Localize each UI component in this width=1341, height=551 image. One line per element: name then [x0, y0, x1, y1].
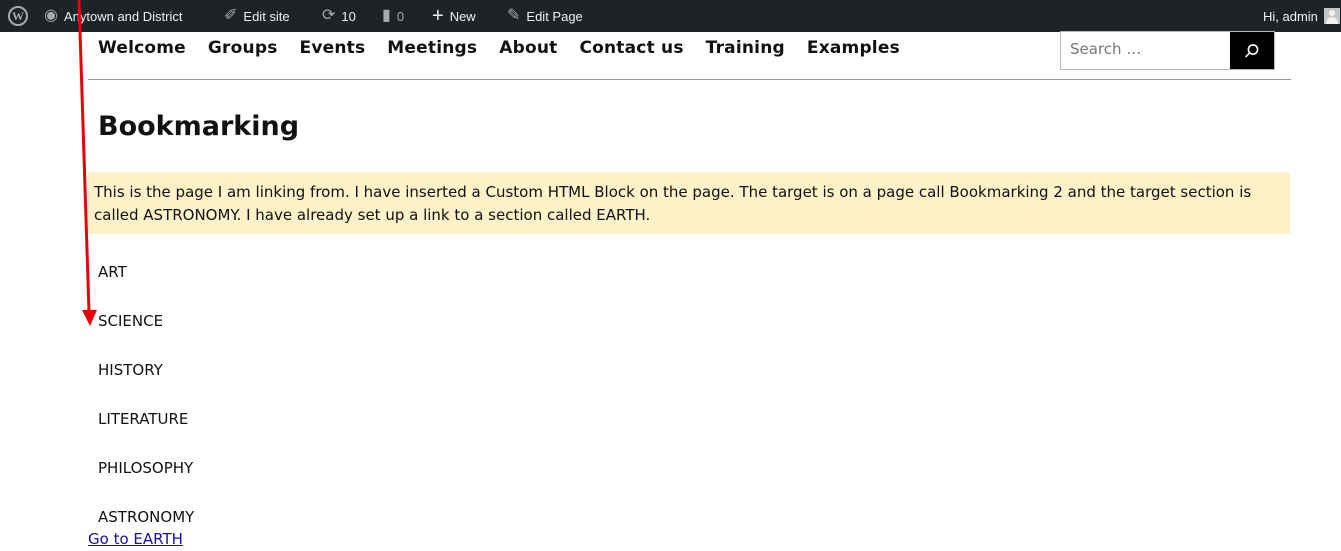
- section-heading-art: ART: [98, 263, 127, 281]
- nav-item-groups[interactable]: Groups: [208, 38, 278, 58]
- new-label: New: [449, 8, 476, 24]
- section-heading-history: HISTORY: [98, 361, 163, 379]
- wordpress-logo-icon: W: [8, 6, 28, 26]
- notice-block: This is the page I am linking from. I ha…: [88, 172, 1290, 234]
- comments-count: 0: [396, 8, 405, 24]
- nav-item-events[interactable]: Events: [300, 38, 366, 58]
- search-button[interactable]: [1230, 32, 1274, 69]
- greeting: Hi, admin: [1263, 8, 1318, 24]
- nav-item-welcome[interactable]: Welcome: [98, 38, 186, 58]
- edit-page-link[interactable]: ✎ Edit Page: [507, 0, 583, 32]
- site-name: Anytown and District: [63, 8, 183, 24]
- site-name-menu[interactable]: ◉ Anytown and District: [44, 0, 182, 32]
- search-form: [1060, 30, 1275, 70]
- main-navigation: Welcome Groups Events Meetings About Con…: [98, 38, 900, 58]
- section-heading-science: SCIENCE: [98, 312, 164, 330]
- wordpress-menu[interactable]: W: [8, 0, 28, 32]
- new-content-menu[interactable]: + New: [432, 0, 476, 32]
- search-icon: [1245, 43, 1259, 57]
- annotation-arrow: [77, 0, 97, 326]
- header-divider: [88, 79, 1291, 80]
- comment-icon: ▮: [382, 7, 391, 24]
- dashboard-icon: ◉: [44, 7, 58, 24]
- section-heading-literature: LITERATURE: [98, 410, 189, 428]
- section-heading-astronomy: ASTRONOMY: [98, 508, 195, 526]
- avatar-icon: [1323, 8, 1340, 24]
- updates-icon: ⟳: [322, 7, 336, 24]
- go-to-earth-link[interactable]: Go to EARTH: [88, 530, 183, 548]
- nav-item-examples[interactable]: Examples: [807, 38, 900, 58]
- brush-icon: ✐: [224, 7, 238, 24]
- comments-link[interactable]: ▮ 0: [382, 0, 404, 32]
- nav-item-about[interactable]: About: [499, 38, 557, 58]
- updates-link[interactable]: ⟳ 10: [322, 0, 356, 32]
- pencil-icon: ✎: [507, 7, 521, 24]
- edit-page-label: Edit Page: [526, 8, 583, 24]
- search-input[interactable]: [1061, 30, 1238, 67]
- plus-icon: +: [432, 5, 444, 27]
- account-menu[interactable]: Hi, admin: [1263, 0, 1340, 32]
- updates-count: 10: [341, 8, 356, 24]
- nav-item-meetings[interactable]: Meetings: [387, 38, 477, 58]
- admin-bar: W ◉ Anytown and District ✐ Edit site ⟳ 1…: [0, 0, 1341, 32]
- section-heading-philosophy: PHILOSOPHY: [98, 459, 194, 477]
- edit-site-link[interactable]: ✐ Edit site: [224, 0, 290, 32]
- nav-item-training[interactable]: Training: [706, 38, 785, 58]
- edit-site-label: Edit site: [243, 8, 290, 24]
- page-title: Bookmarking: [98, 111, 300, 142]
- nav-item-contact-us[interactable]: Contact us: [579, 38, 683, 58]
